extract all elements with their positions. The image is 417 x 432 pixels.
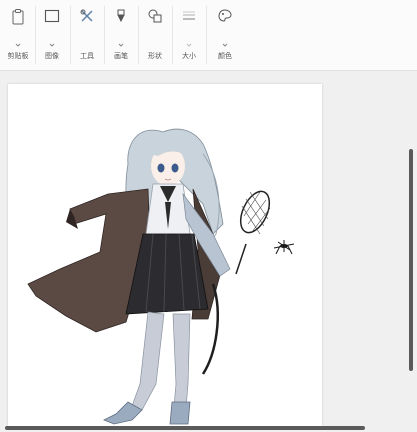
size-group[interactable]: 大小: [171, 0, 207, 70]
tools-icon: [77, 8, 97, 30]
chevron-down-icon[interactable]: [186, 32, 192, 47]
horizontal-scrollbar[interactable]: [5, 426, 365, 430]
clipboard-group[interactable]: 剪贴板: [0, 0, 36, 70]
image-group[interactable]: 图像: [34, 0, 70, 70]
shapes-icon: [145, 8, 165, 30]
canvas-workspace: [0, 71, 417, 432]
ribbon-toolbar: 剪贴板 图像 工具 画笔 形状 大小 颜色: [0, 0, 417, 71]
anime-girl-illustration: [27, 128, 295, 425]
size-label: 大小: [182, 52, 196, 60]
shapes-group[interactable]: 形状: [137, 0, 173, 70]
chevron-down-icon[interactable]: [49, 32, 55, 47]
image-label: 图像: [45, 52, 59, 60]
vertical-scrollbar[interactable]: [409, 149, 413, 371]
chevron-down-icon[interactable]: [222, 32, 228, 47]
colors-label: 颜色: [218, 52, 232, 60]
brushes-label: 画笔: [114, 52, 128, 60]
chevron-down-icon[interactable]: [118, 32, 124, 47]
select-icon: [42, 8, 62, 30]
line-size-icon: [179, 8, 199, 30]
chevron-down-icon[interactable]: [15, 32, 21, 47]
brushes-group[interactable]: 画笔: [103, 0, 139, 70]
palette-icon: [215, 8, 235, 30]
colors-group[interactable]: 颜色: [207, 0, 243, 70]
drawing-canvas[interactable]: [8, 84, 322, 426]
brush-icon: [111, 8, 131, 30]
shapes-label: 形状: [148, 52, 162, 60]
clipboard-label: 剪贴板: [7, 52, 29, 60]
tools-label: 工具: [80, 52, 94, 60]
clipboard-icon: [8, 8, 28, 30]
tools-group[interactable]: 工具: [69, 0, 105, 70]
